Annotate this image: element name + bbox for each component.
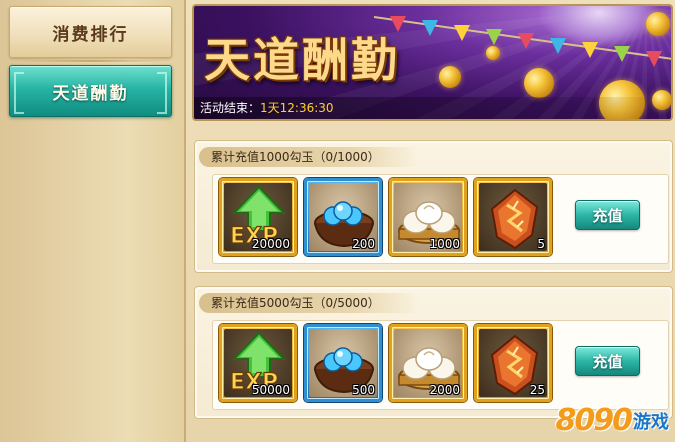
recharge-button[interactable]: 充值 (575, 200, 640, 230)
sidebar-item-tiandao-choujin[interactable]: 天道酬勤 (9, 65, 172, 117)
gold-coin-icon (486, 46, 500, 60)
item-count: 2000 (429, 383, 460, 397)
bunting-flag (582, 42, 598, 58)
reward-items-box: EXP 50000 500 2000 25 充值 (212, 320, 669, 410)
sidebar-item-consumption-ranking[interactable]: 消费排行 (9, 6, 172, 58)
reward-item-buns[interactable]: 1000 (389, 178, 467, 256)
panel-title-bar: 累计充值1000勾玉（0/1000） (199, 147, 419, 167)
gold-coin-icon (439, 66, 461, 88)
timer-value: 1天12:36:30 (260, 101, 334, 115)
gold-coin-icon (646, 12, 670, 36)
watermark-word: 游戏 (633, 412, 669, 433)
reward-item-rune-stone[interactable]: 25 (474, 324, 552, 402)
bunting-flag (614, 46, 630, 62)
item-count: 1000 (429, 237, 460, 251)
reward-panel-1000: 累计充值1000勾玉（0/1000） EXP 20000 200 1000 5 … (194, 140, 673, 273)
event-banner: 天道酬勤 活动结束：1天12:36:30 (192, 4, 673, 121)
panel-title: 累计充值1000勾玉（0/1000） (211, 150, 380, 164)
fire-rune-stone-icon (490, 188, 539, 250)
reward-item-buns[interactable]: 2000 (389, 324, 467, 402)
watermark-number: 8090 (555, 403, 633, 438)
reward-item-gem-bowl[interactable]: 500 (304, 324, 382, 402)
reward-item-exp[interactable]: EXP 50000 (219, 324, 297, 402)
reward-panel-5000: 累计充值5000勾玉（0/5000） EXP 50000 500 2000 25… (194, 286, 673, 419)
activity-window: 消费排行 天道酬勤 天道酬勤 活动结束：1天12:36:30 累计充值1000勾… (0, 0, 675, 442)
timer-label: 活动结束： (200, 101, 261, 115)
reward-item-rune-stone[interactable]: 5 (474, 178, 552, 256)
sidebar: 消费排行 天道酬勤 (0, 0, 186, 442)
item-count: 5 (537, 237, 545, 251)
item-count: 50000 (251, 383, 290, 397)
event-timer: 活动结束：1天12:36:30 (200, 99, 334, 116)
panel-title-bar: 累计充值5000勾玉（0/5000） (199, 293, 419, 313)
reward-item-gem-bowl[interactable]: 200 (304, 178, 382, 256)
reward-item-exp[interactable]: EXP 20000 (219, 178, 297, 256)
item-count: 20000 (251, 237, 290, 251)
gold-coin-icon (524, 68, 554, 98)
bunting-flag (454, 25, 470, 41)
sidebar-divider (8, 60, 174, 62)
item-count: 200 (352, 237, 375, 251)
panel-title: 累计充值5000勾玉（0/5000） (211, 296, 380, 310)
bunting-flag (518, 33, 534, 49)
recharge-button[interactable]: 充值 (575, 346, 640, 376)
bunting-flag (422, 20, 438, 36)
bunting-flag (486, 29, 502, 45)
bunting-flag (646, 51, 662, 67)
item-count: 25 (529, 383, 545, 397)
site-watermark-logo: 8090 游戏 (556, 402, 670, 438)
item-count: 500 (352, 383, 375, 397)
bunting-flag (550, 38, 566, 54)
reward-items-box: EXP 20000 200 1000 5 充值 (212, 174, 669, 264)
banner-title: 天道酬勤 (204, 24, 400, 90)
